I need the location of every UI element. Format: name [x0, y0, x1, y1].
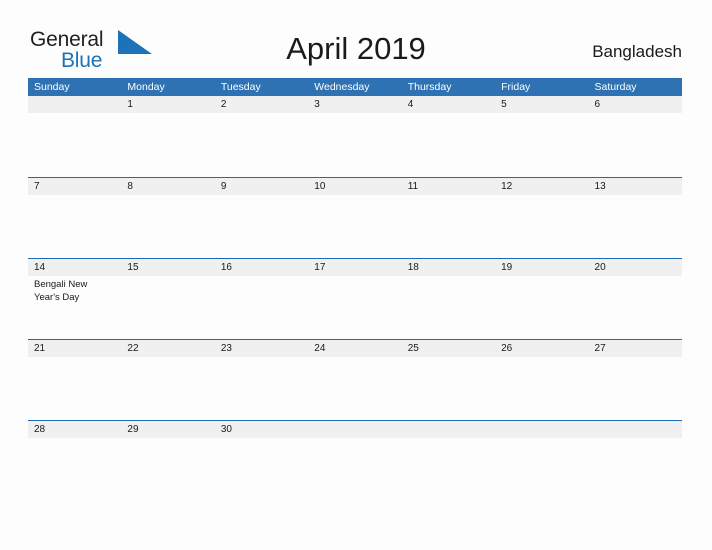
- weekday-header-saturday: Saturday: [594, 81, 637, 93]
- day-number[interactable]: 19: [495, 259, 588, 276]
- day-event: [495, 357, 588, 421]
- week-event-band: [28, 357, 682, 421]
- day-number[interactable]: 17: [308, 259, 401, 276]
- day-number[interactable]: 24: [308, 340, 401, 357]
- weekday-header-row: Sunday Monday Tuesday Wednesday Thursday…: [28, 78, 682, 96]
- day-event-holiday: Bengali New Year's Day: [34, 279, 88, 303]
- day-event: [28, 195, 121, 259]
- day-event: [308, 438, 401, 502]
- day-number[interactable]: 5: [495, 96, 588, 113]
- weekday-header-wednesday: Wednesday: [314, 81, 370, 93]
- weekday-header-thursday: Thursday: [407, 81, 452, 93]
- day-number[interactable]: 10: [308, 178, 401, 195]
- day-number[interactable]: 8: [121, 178, 214, 195]
- week-row: 28 29 30: [28, 420, 682, 501]
- weekday-header-monday: Monday: [127, 81, 165, 93]
- weekday-header-tuesday: Tuesday: [220, 81, 261, 93]
- weekday-header-friday: Friday: [501, 81, 531, 93]
- day-event: [28, 113, 121, 177]
- day-event: [495, 195, 588, 259]
- day-number[interactable]: 7: [28, 178, 121, 195]
- day-number[interactable]: 26: [495, 340, 588, 357]
- day-number[interactable]: 15: [121, 259, 214, 276]
- day-event: [402, 195, 495, 259]
- day-number[interactable]: 28: [28, 421, 121, 438]
- day-event: [308, 113, 401, 177]
- day-number[interactable]: 29: [121, 421, 214, 438]
- week-event-band: [28, 438, 682, 502]
- day-event: [495, 276, 588, 340]
- day-event: [215, 357, 308, 421]
- day-event: [495, 438, 588, 502]
- day-number[interactable]: 13: [589, 178, 682, 195]
- weekday-header-sunday: Sunday: [34, 81, 70, 93]
- day-number[interactable]: 6: [589, 96, 682, 113]
- day-event: [121, 357, 214, 421]
- day-number-empty: [589, 421, 682, 438]
- day-event: [215, 195, 308, 259]
- day-event: [28, 357, 121, 421]
- day-event: [495, 113, 588, 177]
- day-number[interactable]: 30: [215, 421, 308, 438]
- week-row: 21 22 23 24 25 26 27: [28, 339, 682, 420]
- day-number[interactable]: 3: [308, 96, 401, 113]
- day-number-empty: [308, 421, 401, 438]
- day-event: [589, 276, 682, 340]
- day-number[interactable]: 22: [121, 340, 214, 357]
- week-date-band: 28 29 30: [28, 421, 682, 438]
- day-number[interactable]: 18: [402, 259, 495, 276]
- day-event: [215, 276, 308, 340]
- day-event: [402, 113, 495, 177]
- week-row: 7 8 9 10 11 12 13: [28, 177, 682, 258]
- calendar-grid: Sunday Monday Tuesday Wednesday Thursday…: [28, 78, 682, 501]
- week-row: 1 2 3 4 5 6: [28, 96, 682, 177]
- day-event: [121, 276, 214, 340]
- day-number[interactable]: 12: [495, 178, 588, 195]
- day-number[interactable]: 9: [215, 178, 308, 195]
- day-number[interactable]: 4: [402, 96, 495, 113]
- week-event-band: [28, 195, 682, 259]
- day-event: [589, 113, 682, 177]
- day-event: [121, 195, 214, 259]
- day-event: [215, 113, 308, 177]
- day-number[interactable]: 2: [215, 96, 308, 113]
- week-row: 14 15 16 17 18 19 20 Bengali New Year's …: [28, 258, 682, 339]
- day-event: [308, 195, 401, 259]
- week-event-band: Bengali New Year's Day: [28, 276, 682, 340]
- day-event: [402, 357, 495, 421]
- day-number[interactable]: 23: [215, 340, 308, 357]
- day-event: [28, 438, 121, 502]
- day-event: [589, 438, 682, 502]
- day-number[interactable]: 1: [121, 96, 214, 113]
- week-event-band: [28, 113, 682, 177]
- day-event: [121, 438, 214, 502]
- day-event: [308, 276, 401, 340]
- day-number[interactable]: [28, 96, 121, 113]
- day-number[interactable]: 21: [28, 340, 121, 357]
- day-event: [215, 438, 308, 502]
- week-date-band: 14 15 16 17 18 19 20: [28, 259, 682, 276]
- week-date-band: 7 8 9 10 11 12 13: [28, 178, 682, 195]
- day-event: [121, 113, 214, 177]
- day-number[interactable]: 27: [589, 340, 682, 357]
- day-event: [308, 357, 401, 421]
- day-number-empty: [402, 421, 495, 438]
- week-date-band: 21 22 23 24 25 26 27: [28, 340, 682, 357]
- region-label: Bangladesh: [592, 42, 682, 61]
- day-number[interactable]: 14: [28, 259, 121, 276]
- day-number-empty: [495, 421, 588, 438]
- day-number[interactable]: 20: [589, 259, 682, 276]
- day-event: [402, 276, 495, 340]
- day-event: [589, 195, 682, 259]
- day-number[interactable]: 25: [402, 340, 495, 357]
- day-number[interactable]: 16: [215, 259, 308, 276]
- day-event: [402, 438, 495, 502]
- day-number[interactable]: 11: [402, 178, 495, 195]
- page-header: General Blue April 2019 Bangladesh: [0, 0, 712, 78]
- week-date-band: 1 2 3 4 5 6: [28, 96, 682, 113]
- day-event: [589, 357, 682, 421]
